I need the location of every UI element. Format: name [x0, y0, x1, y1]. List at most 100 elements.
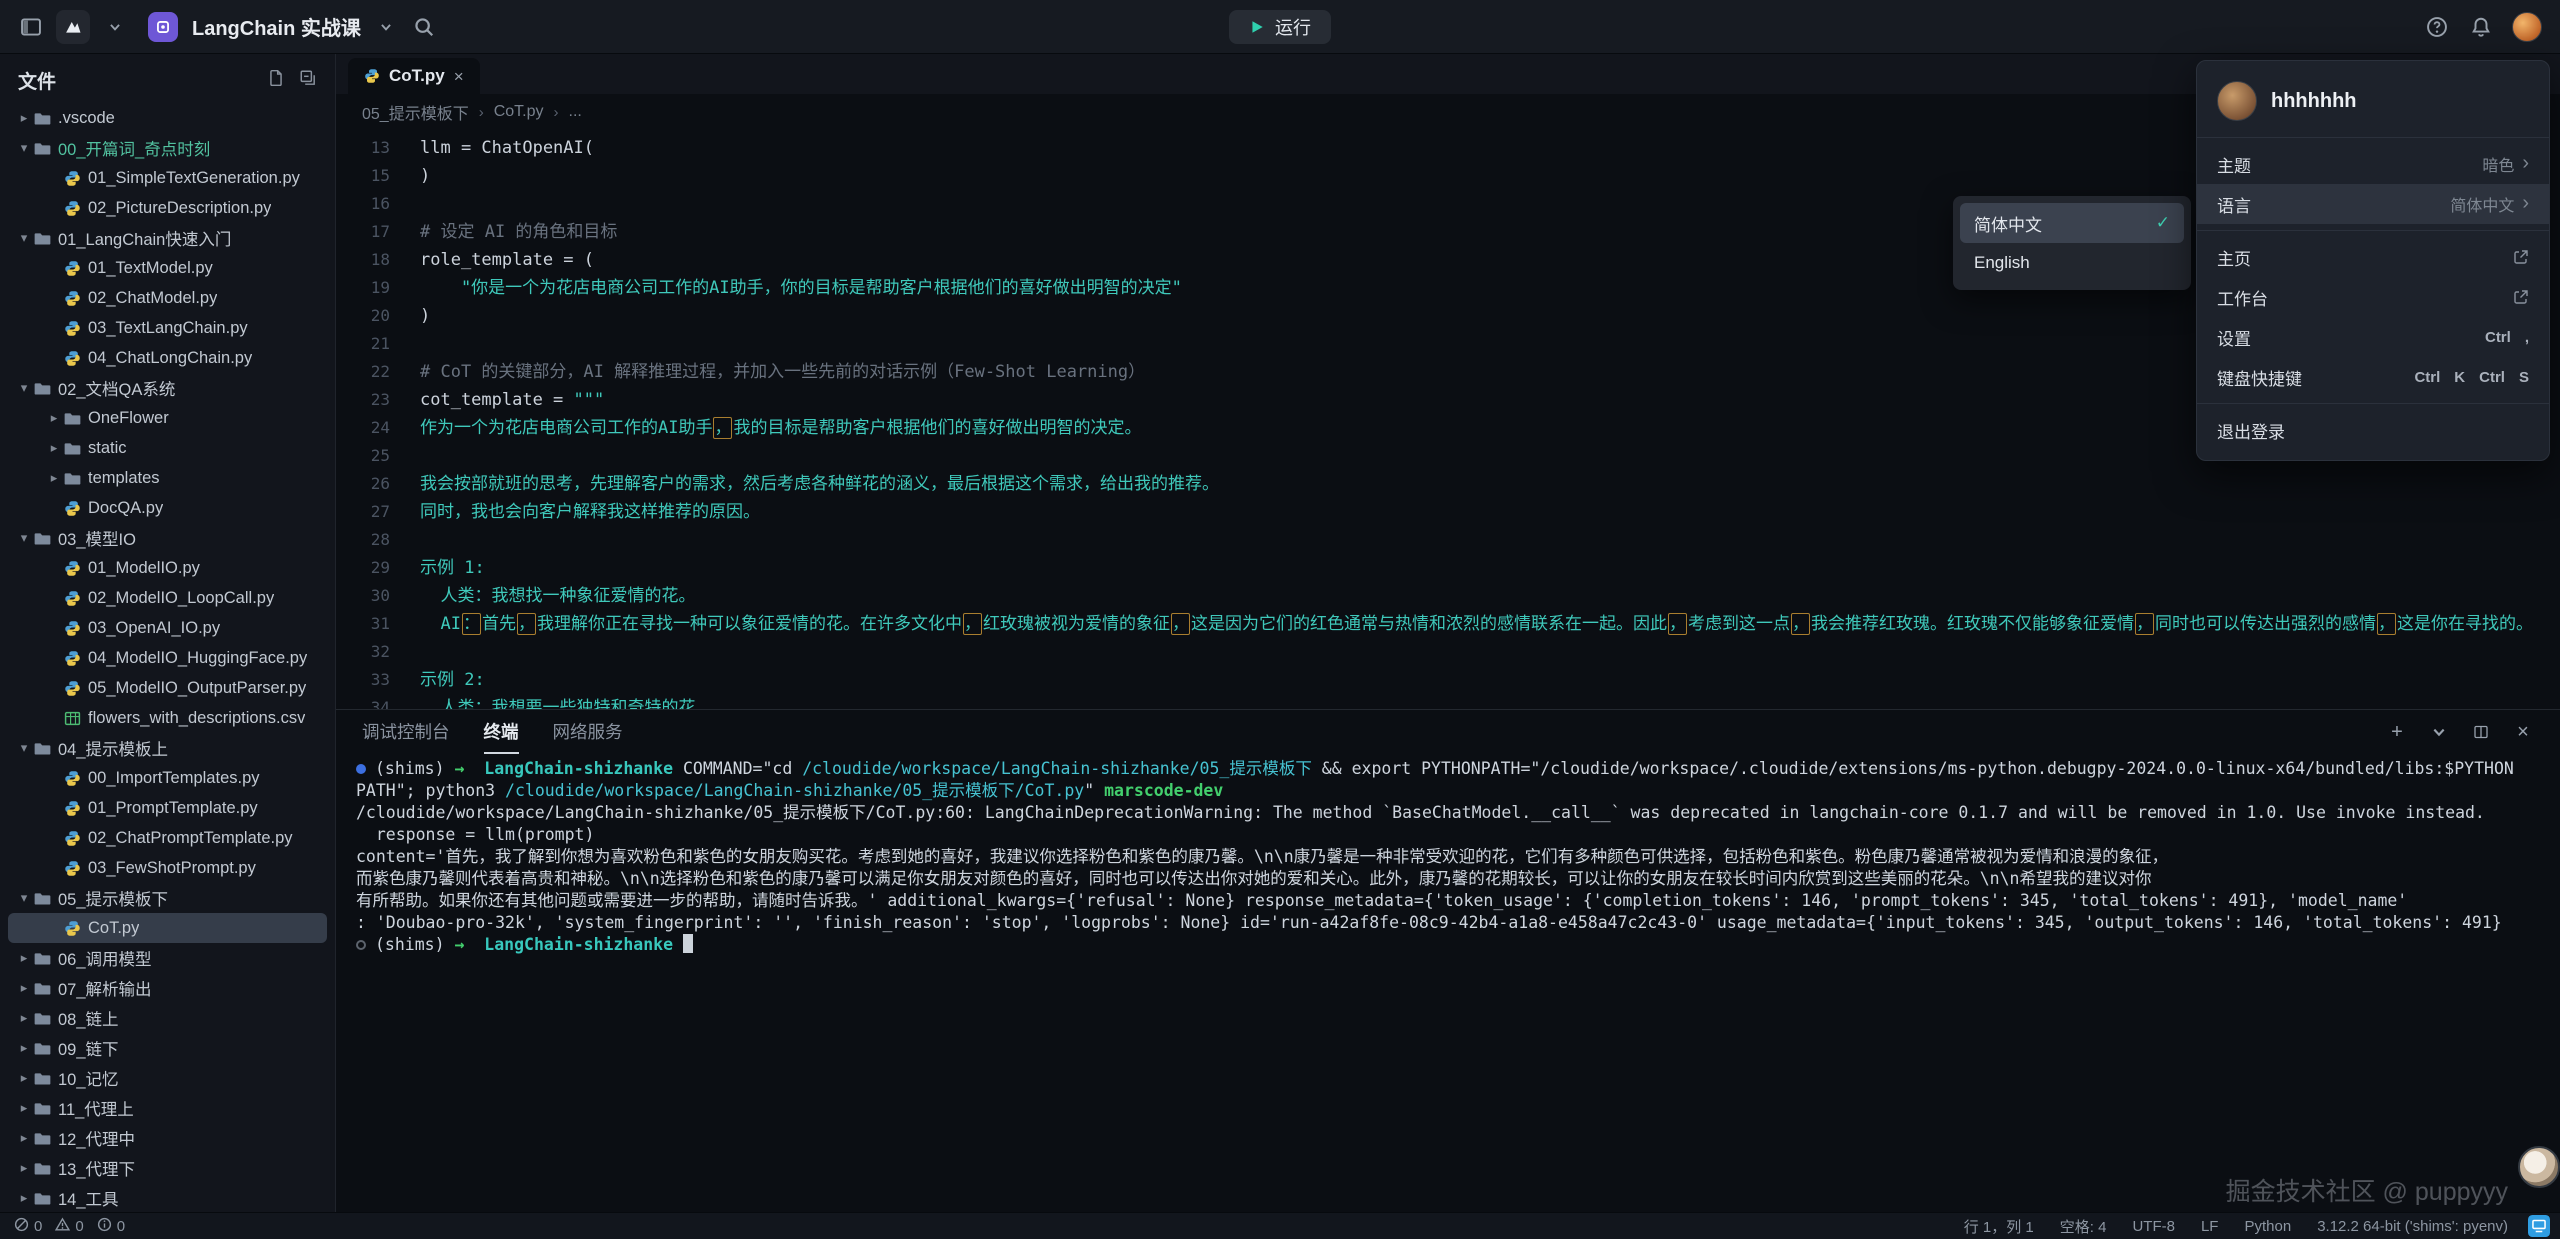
tree-file[interactable]: 02_ModelIO_LoopCall.py	[8, 583, 327, 613]
user-menu-item[interactable]: 语言简体中文›	[2197, 184, 2549, 224]
panel-tab[interactable]: 调试控制台	[362, 710, 450, 754]
status-item[interactable]: Python	[2244, 1218, 2291, 1235]
tab-close-icon[interactable]: ×	[454, 68, 464, 85]
tree-file[interactable]: flowers_with_descriptions.csv	[8, 703, 327, 733]
tab-cot-py[interactable]: CoT.py ×	[348, 58, 480, 94]
status-item[interactable]: UTF-8	[2132, 1218, 2175, 1235]
collapse-folders-icon[interactable]	[299, 69, 317, 92]
user-name: hhhhhhh	[2271, 90, 2357, 113]
tree-folder[interactable]: ▸11_代理上	[8, 1093, 327, 1123]
tree-folder[interactable]: ▸OneFlower	[8, 403, 327, 433]
tree-folder[interactable]: ▾05_提示模板下	[8, 883, 327, 913]
tree-folder[interactable]: ▾00_开篇词_奇点时刻	[8, 133, 327, 163]
split-panel-icon[interactable]	[2470, 721, 2492, 743]
menu-item-right	[2513, 249, 2529, 265]
tree-folder[interactable]: ▸templates	[8, 463, 327, 493]
tree-folder[interactable]: ▸13_代理下	[8, 1153, 327, 1183]
tree-folder[interactable]: ▸12_代理中	[8, 1123, 327, 1153]
tree-file[interactable]: 03_FewShotPrompt.py	[8, 853, 327, 883]
terminal-dropdown-icon[interactable]	[2428, 721, 2450, 743]
workspace-chevron-down-icon[interactable]	[373, 14, 399, 40]
user-menu-item[interactable]: 退出登录	[2197, 410, 2549, 450]
terminal-line: 而紫色康乃馨则代表着高贵和神秘。\n\n选择粉色和紫色的康乃馨可以满足你女朋友对…	[356, 868, 2550, 890]
app-logo[interactable]	[56, 10, 90, 44]
shortcut-key: Ctrl	[2414, 369, 2440, 386]
tree-folder[interactable]: ▸06_调用模型	[8, 943, 327, 973]
tree-file[interactable]: DocQA.py	[8, 493, 327, 523]
breadcrumb-item[interactable]: 05_提示模板下	[362, 100, 469, 124]
tree-file[interactable]: 02_ChatPromptTemplate.py	[8, 823, 327, 853]
user-menu-item[interactable]: 键盘快捷键CtrlKCtrlS	[2197, 357, 2549, 397]
remote-window-icon[interactable]	[2528, 1215, 2550, 1237]
search-icon[interactable]	[411, 14, 437, 40]
new-terminal-icon[interactable]: +	[2386, 721, 2408, 743]
status-item[interactable]: 3.12.2 64-bit ('shims': pyenv)	[2317, 1218, 2508, 1235]
info-indicator[interactable]: 0	[97, 1217, 125, 1236]
tree-folder[interactable]: ▸09_链下	[8, 1033, 327, 1063]
tree-item-label: 03_OpenAI_IO.py	[88, 619, 220, 638]
status-item[interactable]: LF	[2201, 1218, 2219, 1235]
logo-chevron-down-icon[interactable]	[102, 14, 128, 40]
run-button[interactable]: 运行	[1229, 10, 1331, 44]
tree-folder[interactable]: ▾04_提示模板上	[8, 733, 327, 763]
user-avatar-button[interactable]	[2512, 12, 2542, 42]
code-line-text	[420, 190, 430, 218]
tree-file[interactable]: 03_TextLangChain.py	[8, 313, 327, 343]
tree-folder[interactable]: ▾01_LangChain快速入门	[8, 223, 327, 253]
tree-folder[interactable]: ▸08_链上	[8, 1003, 327, 1033]
tree-file[interactable]: 05_ModelIO_OutputParser.py	[8, 673, 327, 703]
code-line-text: llm = ChatOpenAI(	[420, 134, 594, 162]
panel-tab[interactable]: 网络服务	[553, 710, 623, 754]
python-file-icon	[64, 800, 88, 817]
command-marker	[356, 940, 366, 950]
tree-folder[interactable]: ▾03_模型IO	[8, 523, 327, 553]
chevron-icon: ▸	[44, 440, 64, 456]
error-indicator[interactable]: 0	[14, 1217, 42, 1236]
menu-item-label: 主题	[2217, 152, 2251, 177]
tree-folder[interactable]: ▸10_记忆	[8, 1063, 327, 1093]
tree-file[interactable]: 00_ImportTemplates.py	[8, 763, 327, 793]
tree-file[interactable]: 04_ModelIO_HuggingFace.py	[8, 643, 327, 673]
user-menu-item[interactable]: 设置Ctrl,	[2197, 317, 2549, 357]
tree-file[interactable]: 02_ChatModel.py	[8, 283, 327, 313]
terminal-output[interactable]: (shims) → LangChain-shizhanke COMMAND="c…	[336, 754, 2560, 1212]
tree-item-label: 02_文档QA系统	[58, 376, 175, 400]
code-line: 29示例 1:	[336, 554, 2560, 582]
language-option[interactable]: English	[1960, 243, 2184, 283]
new-file-icon[interactable]	[267, 69, 285, 92]
tree-folder[interactable]: ▾02_文档QA系统	[8, 373, 327, 403]
tree-file[interactable]: 01_PromptTemplate.py	[8, 793, 327, 823]
warning-indicator[interactable]: 0	[55, 1217, 83, 1236]
status-item[interactable]: 空格: 4	[2060, 1216, 2107, 1237]
status-item[interactable]: 行 1，列 1	[1964, 1216, 2034, 1237]
tree-folder[interactable]: ▸static	[8, 433, 327, 463]
tree-file[interactable]: CoT.py	[8, 913, 327, 943]
tree-file[interactable]: 01_SimpleTextGeneration.py	[8, 163, 327, 193]
tree-folder[interactable]: ▸07_解析输出	[8, 973, 327, 1003]
code-line: 33示例 2:	[336, 666, 2560, 694]
assistant-avatar-button[interactable]	[2518, 1146, 2560, 1188]
language-option[interactable]: 简体中文✓	[1960, 203, 2184, 243]
user-menu-item[interactable]: 主页	[2197, 237, 2549, 277]
user-menu-item[interactable]: 主题暗色›	[2197, 144, 2549, 184]
user-menu: hhhhhhh 主题暗色›语言简体中文› 主页工作台设置Ctrl,键盘快捷键Ctr…	[2196, 60, 2550, 461]
folder-icon	[34, 1190, 58, 1207]
tree-file[interactable]: 01_ModelIO.py	[8, 553, 327, 583]
help-icon[interactable]	[2424, 14, 2450, 40]
tree-file[interactable]: 02_PictureDescription.py	[8, 193, 327, 223]
close-panel-icon[interactable]: ×	[2512, 721, 2534, 743]
panel-tab[interactable]: 终端	[484, 710, 519, 754]
tree-folder[interactable]: ▸14_工具	[8, 1183, 327, 1212]
menu-divider	[2197, 230, 2549, 231]
workspace-name[interactable]: LangChain 实战课	[192, 12, 361, 41]
breadcrumb-item[interactable]: ...	[569, 103, 582, 121]
notifications-bell-icon[interactable]	[2468, 14, 2494, 40]
breadcrumb-item[interactable]: CoT.py	[494, 103, 544, 121]
tree-file[interactable]: 04_ChatLongChain.py	[8, 343, 327, 373]
chevron-icon: ▾	[14, 140, 34, 156]
tree-file[interactable]: 01_TextModel.py	[8, 253, 327, 283]
tree-folder[interactable]: ▸.vscode	[8, 103, 327, 133]
layout-panel-icon[interactable]	[18, 14, 44, 40]
tree-file[interactable]: 03_OpenAI_IO.py	[8, 613, 327, 643]
user-menu-item[interactable]: 工作台	[2197, 277, 2549, 317]
